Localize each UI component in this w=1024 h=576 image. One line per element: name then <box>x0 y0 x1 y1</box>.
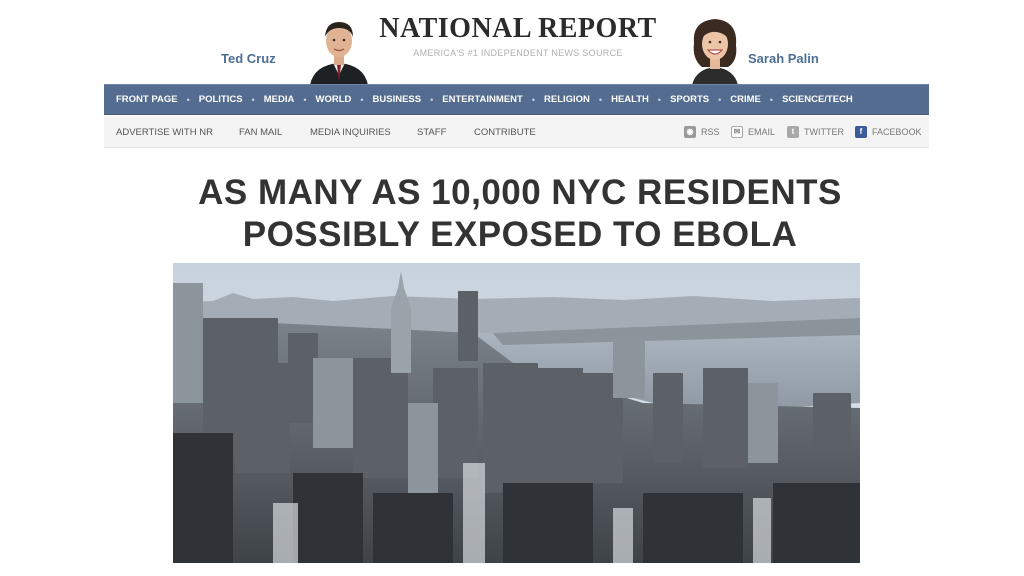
pundit-link-right[interactable]: Sarah Palin <box>748 51 819 66</box>
link-advertise[interactable]: ADVERTISE WITH NR <box>116 127 213 138</box>
nav-separator: • <box>251 94 255 105</box>
site-tagline: AMERICA'S #1 INDEPENDENT NEWS SOURCE <box>413 48 623 58</box>
nav-business[interactable]: BUSINESS <box>373 94 422 105</box>
nav-media[interactable]: MEDIA <box>264 94 295 105</box>
nav-separator: • <box>718 94 722 105</box>
pundit-headshot-left[interactable] <box>306 13 372 85</box>
nav-separator: • <box>303 94 307 105</box>
nav-sports[interactable]: SPORTS <box>670 94 709 105</box>
facebook-icon: f <box>855 126 867 138</box>
email-icon: ✉ <box>731 126 743 138</box>
nav-crime[interactable]: CRIME <box>730 94 761 105</box>
masthead: NATIONAL REPORT AMERICA'S #1 INDEPENDENT… <box>0 0 1024 86</box>
link-fan-mail[interactable]: FAN MAIL <box>239 127 282 138</box>
nav-front-page[interactable]: FRONT PAGE <box>116 94 178 105</box>
social-email-label: EMAIL <box>748 127 776 137</box>
skyline-photo <box>173 263 860 563</box>
pundit-link-left[interactable]: Ted Cruz <box>221 51 276 66</box>
social-rss[interactable]: ◉ RSS <box>684 126 720 138</box>
nav-science-tech[interactable]: SCIENCE/TECH <box>782 94 853 105</box>
nav-separator: • <box>598 94 603 105</box>
link-staff[interactable]: STAFF <box>417 127 446 138</box>
nav-religion[interactable]: RELIGION <box>544 94 590 105</box>
social-rss-label: RSS <box>701 127 720 137</box>
social-email[interactable]: ✉ EMAIL <box>731 126 775 138</box>
rss-icon: ◉ <box>684 126 696 138</box>
article-headline[interactable]: AS MANY AS 10,000 NYC RESIDENTS POSSIBLY… <box>120 172 920 256</box>
nav-separator: • <box>769 94 774 105</box>
social-facebook-label: FACEBOOK <box>872 127 922 137</box>
nav-entertainment[interactable]: ENTERTAINMENT <box>442 94 523 105</box>
article-photo[interactable] <box>173 263 860 563</box>
social-facebook[interactable]: f FACEBOOK <box>855 126 922 138</box>
social-twitter[interactable]: t TWITTER <box>787 126 844 138</box>
main-nav: FRONT PAGE • POLITICS • MEDIA • WORLD • … <box>104 84 929 115</box>
nav-politics[interactable]: POLITICS <box>199 94 243 105</box>
site-title[interactable]: NATIONAL REPORT <box>368 13 668 45</box>
nav-separator: • <box>657 94 662 105</box>
nav-health[interactable]: HEALTH <box>611 94 649 105</box>
nav-separator: • <box>186 94 190 105</box>
link-media-inquiries[interactable]: MEDIA INQUIRIES <box>310 127 391 138</box>
nav-separator: • <box>531 94 535 105</box>
social-twitter-label: TWITTER <box>804 127 844 137</box>
headline-line-1: AS MANY AS 10,000 NYC RESIDENTS <box>198 173 842 212</box>
nav-world[interactable]: WORLD <box>315 94 351 105</box>
nav-separator: • <box>360 94 364 105</box>
twitter-icon: t <box>787 126 799 138</box>
secondary-nav: ADVERTISE WITH NR FAN MAIL MEDIA INQUIRI… <box>104 116 929 148</box>
headline-line-2: POSSIBLY EXPOSED TO EBOLA <box>242 215 798 254</box>
link-contribute[interactable]: CONTRIBUTE <box>474 127 536 138</box>
pundit-headshot-right[interactable] <box>682 13 748 85</box>
nav-separator: • <box>430 94 434 105</box>
